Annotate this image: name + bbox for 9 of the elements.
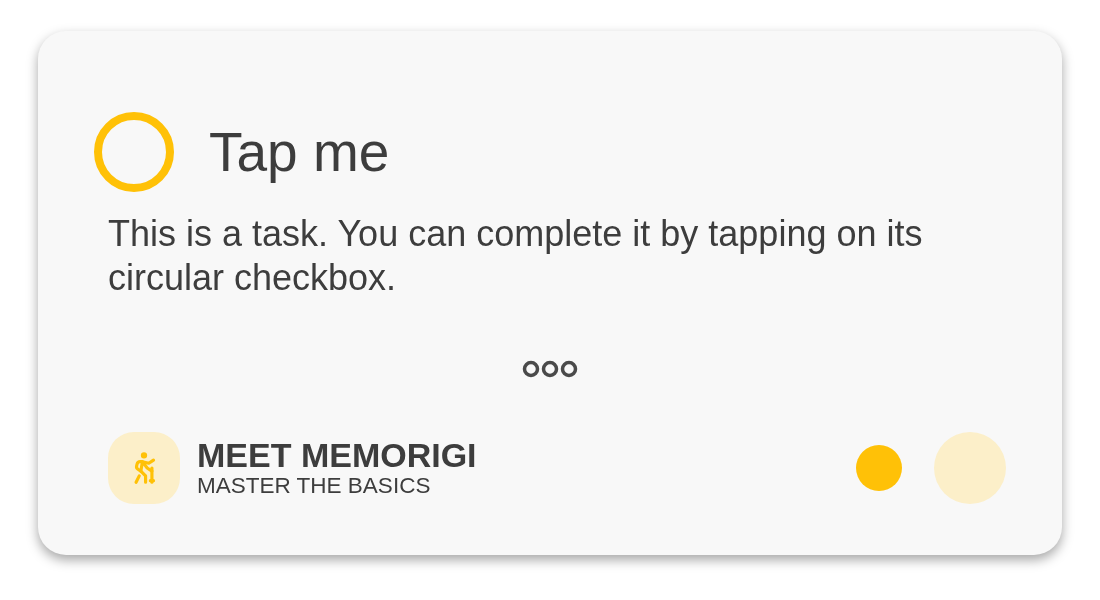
task-description: This is a task. You can complete it by tapping on its circular checkbox. <box>108 212 924 300</box>
disc-icon[interactable] <box>934 432 1006 504</box>
task-title: Tap me <box>209 121 390 183</box>
more-icon[interactable] <box>522 360 578 378</box>
hiker-icon <box>108 432 180 504</box>
dot-icon <box>856 445 902 491</box>
list-subtitle: MASTER THE BASICS <box>197 473 432 499</box>
checkbox[interactable] <box>94 112 174 192</box>
list-title: MEET MEMORIGI <box>197 437 477 473</box>
